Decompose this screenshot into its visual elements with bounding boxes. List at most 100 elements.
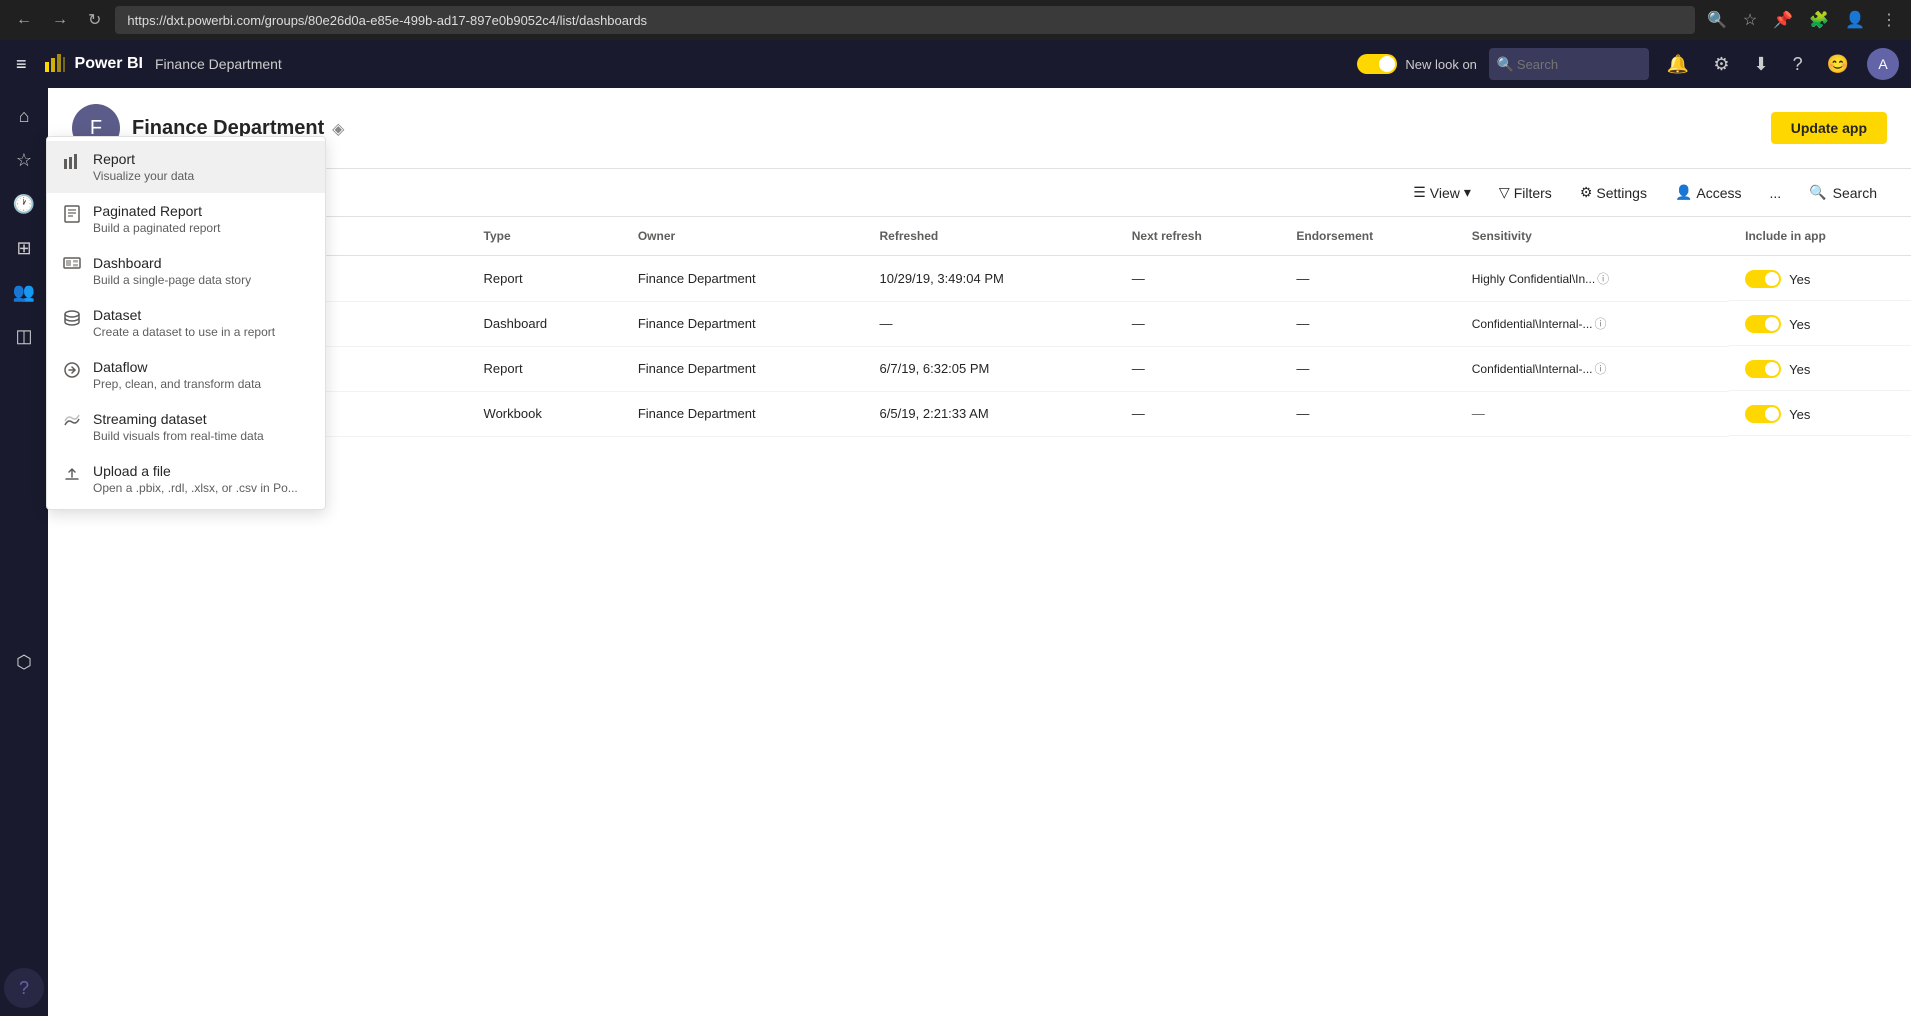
filters-action[interactable]: ▽ Filters [1489,178,1562,207]
menu-icon-streaming-dataset [63,413,81,436]
row-owner-2: Finance Department [622,346,864,391]
help-icon[interactable]: ? [1787,50,1809,79]
row-next-refresh-2: — [1116,346,1281,391]
access-label: Access [1696,185,1741,201]
access-action[interactable]: 👤 Access [1665,178,1752,207]
nav-back-button[interactable]: ← [10,7,38,33]
user-avatar[interactable]: A [1867,48,1899,80]
menu-item-paginated-report[interactable]: Paginated Report Build a paginated repor… [47,193,325,245]
menu-title-dataflow: Dataflow [93,359,261,375]
browser-extensions-icon[interactable]: 🧩 [1805,6,1833,34]
row-owner-1: Finance Department [622,301,864,346]
row-type-2: Report [468,346,622,391]
row-include-1: Yes [1729,301,1911,346]
toolbar: + New ▾ ☰ View ▾ ▽ Filters ⚙ Settings 👤 … [48,169,1911,217]
workspace-network-icon: ◈ [332,121,344,138]
col-include-in-app: Include in app [1729,217,1911,256]
sidebar-item-workspaces[interactable]: ◫ [4,316,44,356]
menu-item-dataflow[interactable]: Dataflow Prep, clean, and transform data [47,349,325,401]
sensitivity-info-icon-1[interactable]: ⓘ [1595,317,1607,331]
menu-icon-paginated-report [63,205,81,228]
powerbi-logo: Power BI [43,52,143,76]
row-refreshed-0: 10/29/19, 3:49:04 PM [864,256,1116,302]
browser-zoom-icon[interactable]: 🔍 [1703,6,1731,34]
browser-menu-icon[interactable]: ⋮ [1877,6,1901,34]
row-refreshed-1: — [864,301,1116,346]
sidebar-item-ask[interactable]: ? [4,968,44,1008]
row-next-refresh-1: — [1116,301,1281,346]
content-table-container: Name Type Owner Refreshed Next refresh E… [48,217,1911,1016]
feedback-icon[interactable]: 😊 [1821,50,1855,79]
menu-item-report[interactable]: Report Visualize your data [47,141,325,193]
row-include-3: Yes [1729,391,1911,436]
browser-bookmark-icon[interactable]: 📌 [1769,6,1797,34]
sidebar: ⌂ ☆ 🕐 ⊞ 👥 ◫ ⬡ ? [0,88,48,1016]
menu-title-dataset: Dataset [93,307,275,323]
update-app-button[interactable]: Update app [1771,112,1887,144]
sidebar-item-shared[interactable]: 👥 [4,272,44,312]
row-endorsement-0: — [1280,256,1455,302]
menu-subtitle-upload-file: Open a .pbix, .rdl, .xlsx, or .csv in Po… [93,481,298,495]
menu-subtitle-report: Visualize your data [93,169,194,183]
search-action[interactable]: 🔍 Search [1799,178,1887,207]
menu-subtitle-dashboard: Build a single-page data story [93,273,251,287]
row-refreshed-3: 6/5/19, 2:21:33 AM [864,391,1116,436]
notification-icon[interactable]: 🔔 [1661,50,1695,79]
menu-subtitle-paginated-report: Build a paginated report [93,221,220,235]
new-look-toggle-switch[interactable] [1357,54,1397,74]
view-chevron-icon: ▾ [1464,184,1471,201]
sidebar-item-apps[interactable]: ⊞ [4,228,44,268]
table-row: ⊡ Finance Dashboard Dashboard Finance De… [48,301,1911,346]
new-dropdown-menu: Report Visualize your data Paginated Rep… [46,136,326,510]
top-navigation: ≡ Power BI Finance Department New look o… [0,40,1911,88]
download-icon[interactable]: ⬇ [1747,50,1774,79]
sensitivity-info-icon-2[interactable]: ⓘ [1595,362,1607,376]
include-toggle-2[interactable] [1745,360,1781,378]
col-next-refresh: Next refresh [1116,217,1281,256]
sidebar-item-recent[interactable]: 🕐 [4,184,44,224]
new-look-toggle-group: New look on [1357,54,1477,74]
row-type-3: Workbook [468,391,622,436]
row-endorsement-2: — [1280,346,1455,391]
menu-item-streaming-dataset[interactable]: Streaming dataset Build visuals from rea… [47,401,325,453]
browser-star-icon[interactable]: ☆ [1739,6,1761,34]
hamburger-menu-icon[interactable]: ≡ [12,50,31,79]
col-owner: Owner [622,217,864,256]
menu-title-report: Report [93,151,194,167]
sidebar-item-favorites[interactable]: ☆ [4,140,44,180]
browser-profile-icon[interactable]: 👤 [1841,6,1869,34]
table-row: 📊 Finance Analysis Report Finance Depart… [48,346,1911,391]
new-look-label: New look on [1405,57,1477,72]
col-type: Type [468,217,622,256]
search-label: Search [1833,185,1877,201]
row-include-2: Yes [1729,346,1911,391]
browser-chrome: ← → ↻ 🔍 ☆ 📌 🧩 👤 ⋮ [0,0,1911,40]
menu-icon-dataflow [63,361,81,384]
nav-forward-button[interactable]: → [46,7,74,33]
settings-action[interactable]: ⚙ Settings [1570,178,1657,207]
row-owner-0: Finance Department [622,256,864,302]
menu-title-streaming-dataset: Streaming dataset [93,411,264,427]
settings-icon[interactable]: ⚙ [1707,50,1735,79]
row-sensitivity-0: Highly Confidential\In...ⓘ [1456,256,1729,302]
menu-item-upload-file[interactable]: Upload a file Open a .pbix, .rdl, .xlsx,… [47,453,325,505]
menu-subtitle-dataflow: Prep, clean, and transform data [93,377,261,391]
url-bar[interactable] [115,6,1695,34]
more-action[interactable]: ... [1760,179,1792,207]
menu-item-dashboard[interactable]: Dashboard Build a single-page data story [47,245,325,297]
menu-item-dataset[interactable]: Dataset Create a dataset to use in a rep… [47,297,325,349]
row-next-refresh-0: — [1116,256,1281,302]
include-toggle-3[interactable] [1745,405,1781,423]
view-action[interactable]: ☰ View ▾ [1403,178,1481,207]
col-sensitivity: Sensitivity [1456,217,1729,256]
app-name-label: Power BI [75,55,143,73]
sensitivity-info-icon-0[interactable]: ⓘ [1597,272,1609,286]
sidebar-item-datasets[interactable]: ⬡ [4,642,44,682]
table-row: 📋 Finance Workbook Workbook Finance Depa… [48,391,1911,436]
nav-refresh-button[interactable]: ↻ [82,6,107,34]
include-toggle-0[interactable] [1745,270,1781,288]
menu-subtitle-streaming-dataset: Build visuals from real-time data [93,429,264,443]
include-toggle-1[interactable] [1745,315,1781,333]
sidebar-item-home[interactable]: ⌂ [4,96,44,136]
view-label: View [1430,185,1460,201]
